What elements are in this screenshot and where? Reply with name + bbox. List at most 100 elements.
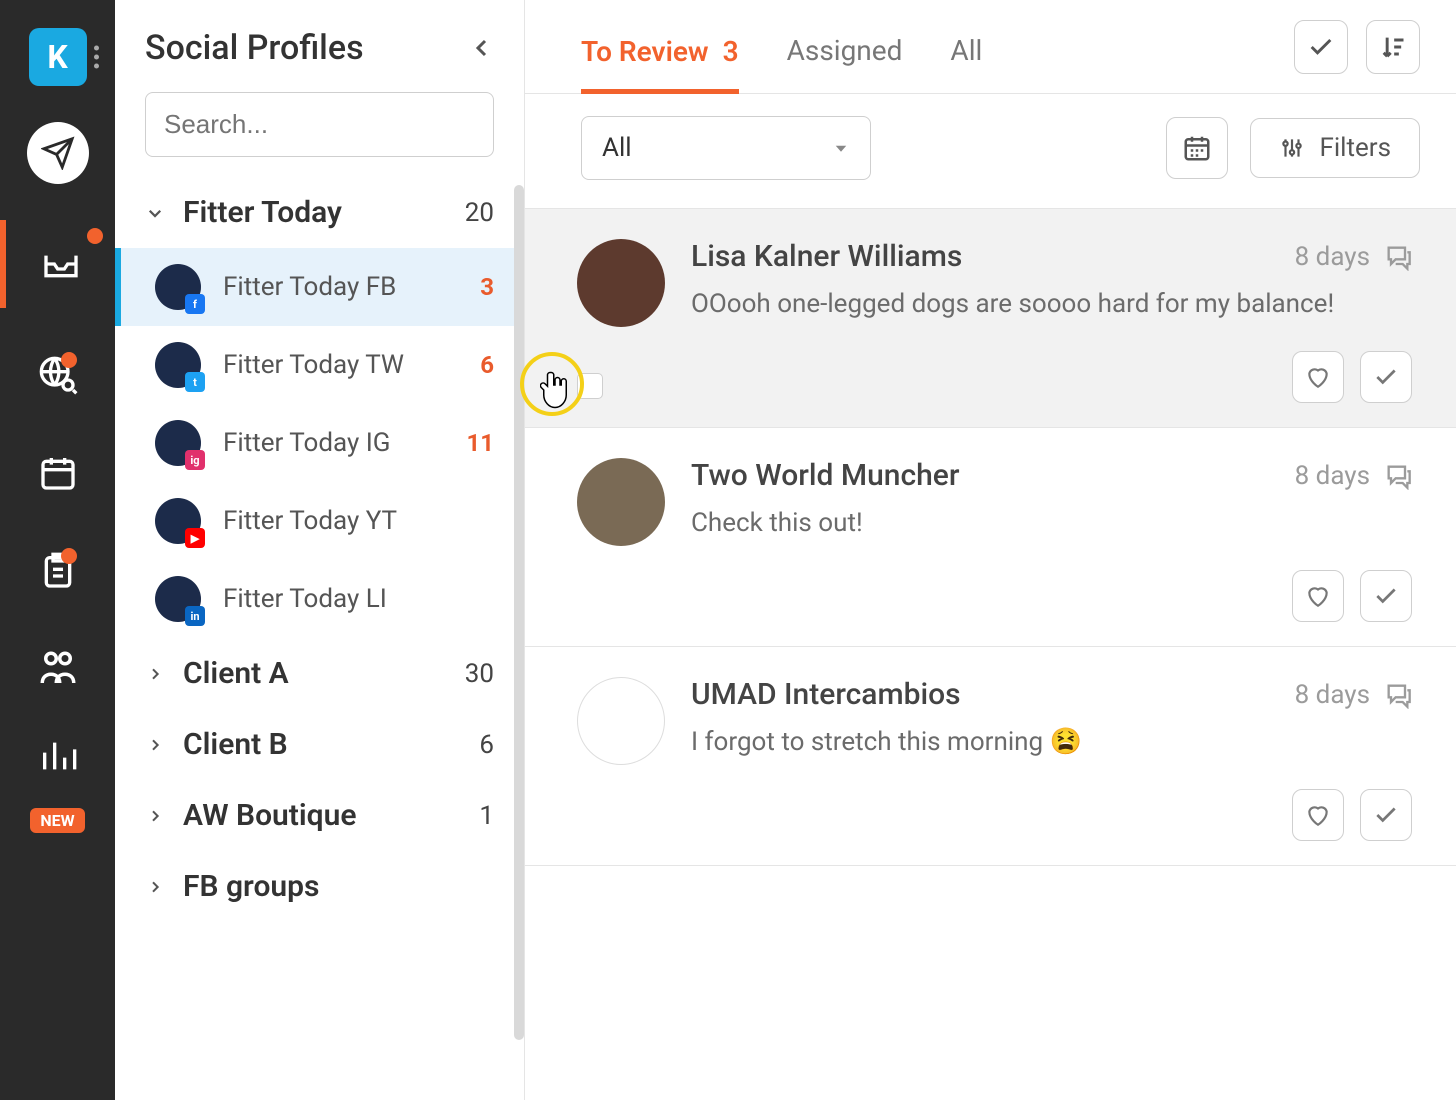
select-checkbox[interactable] <box>577 373 603 399</box>
profile-name: Fitter Today IG <box>223 428 444 458</box>
profile-item[interactable]: ig Fitter Today IG 11 <box>115 404 524 482</box>
calendar-nav[interactable] <box>27 442 89 504</box>
check-icon <box>1373 802 1399 828</box>
check-icon <box>1373 583 1399 609</box>
analytics-nav[interactable] <box>27 736 89 776</box>
profile-avatar: in <box>155 576 201 622</box>
profile-item[interactable]: f Fitter Today FB 3 <box>115 248 524 326</box>
message-card[interactable]: Two World Muncher 8 days Check this out! <box>525 428 1456 647</box>
user-name: Lisa Kalner Williams <box>691 239 962 274</box>
profile-group[interactable]: FB groups <box>115 851 524 922</box>
collapse-sidebar-button[interactable] <box>470 36 494 60</box>
notification-dot <box>87 228 103 244</box>
message-feed: Lisa Kalner Williams 8 days OOooh one-le… <box>525 209 1456 1100</box>
mark-reviewed-button[interactable] <box>1360 570 1412 622</box>
discover-nav[interactable] <box>27 344 89 406</box>
mark-reviewed-button[interactable] <box>1360 789 1412 841</box>
content-pane: To Review 3 Assigned All All <box>524 0 1456 1100</box>
message-age: 8 days <box>1295 242 1370 272</box>
tab-assigned[interactable]: Assigned <box>787 18 903 93</box>
message-text: Check this out! <box>691 505 1412 543</box>
group-name: Client B <box>183 727 461 762</box>
user-name: Two World Muncher <box>691 458 959 493</box>
comments-icon <box>1384 681 1412 709</box>
caret-down-icon <box>832 139 850 157</box>
team-nav[interactable] <box>27 638 89 700</box>
profile-count: 3 <box>480 273 494 301</box>
notification-dot <box>61 352 77 368</box>
profile-name: Fitter Today LI <box>223 584 472 614</box>
compose-button[interactable] <box>27 122 89 184</box>
tab-label: Assigned <box>787 34 903 67</box>
profile-group[interactable]: Client B 6 <box>115 709 524 780</box>
instagram-badge-icon: ig <box>185 450 205 470</box>
like-button[interactable] <box>1292 789 1344 841</box>
profile-name: Fitter Today TW <box>223 350 458 380</box>
message-age: 8 days <box>1295 461 1370 491</box>
mark-reviewed-button[interactable] <box>1360 351 1412 403</box>
mark-all-reviewed-button[interactable] <box>1294 20 1348 74</box>
tab-label: To Review <box>581 35 709 68</box>
type-dropdown[interactable]: All <box>581 116 871 180</box>
paper-plane-icon <box>41 136 75 170</box>
profiles-sidebar: Social Profiles Fitter Today 20 f Fitter… <box>115 0 524 1100</box>
profile-group[interactable]: AW Boutique 1 <box>115 780 524 851</box>
chevron-right-icon <box>147 737 163 753</box>
profile-avatar: t <box>155 342 201 388</box>
user-avatar <box>577 677 665 765</box>
profile-avatar: ▶ <box>155 498 201 544</box>
profile-item[interactable]: t Fitter Today TW 6 <box>115 326 524 404</box>
date-picker-button[interactable] <box>1166 117 1228 179</box>
brand-badge[interactable]: K <box>29 28 87 86</box>
profile-name: Fitter Today YT <box>223 506 472 536</box>
youtube-badge-icon: ▶ <box>185 528 205 548</box>
group-name: AW Boutique <box>183 798 461 833</box>
sliders-icon <box>1279 135 1305 161</box>
sidebar-scrollbar[interactable] <box>514 185 524 1040</box>
profile-avatar: ig <box>155 420 201 466</box>
tab-to-review[interactable]: To Review 3 <box>581 19 739 94</box>
chevron-down-icon <box>146 204 164 222</box>
message-card[interactable]: Lisa Kalner Williams 8 days OOooh one-le… <box>525 209 1456 428</box>
tab-label: All <box>950 34 982 67</box>
group-count: 30 <box>465 659 494 689</box>
check-icon <box>1373 364 1399 390</box>
chevron-right-icon <box>147 666 163 682</box>
group-name: Fitter Today <box>183 195 447 230</box>
profile-group[interactable]: Client A 30 <box>115 638 524 709</box>
search-input[interactable] <box>145 92 494 157</box>
inbox-nav[interactable] <box>0 220 115 308</box>
heart-icon <box>1305 583 1331 609</box>
group-count: 20 <box>465 198 494 228</box>
chevron-left-icon <box>470 36 494 60</box>
tab-all[interactable]: All <box>950 18 982 93</box>
dropdown-value: All <box>602 133 632 163</box>
chevron-right-icon <box>147 808 163 824</box>
profile-group-fitter-today[interactable]: Fitter Today 20 <box>115 177 524 248</box>
calendar-grid-icon <box>1182 133 1212 163</box>
heart-icon <box>1305 364 1331 390</box>
filters-label: Filters <box>1319 133 1391 163</box>
like-button[interactable] <box>1292 351 1344 403</box>
team-icon <box>37 648 79 690</box>
group-name: FB groups <box>183 869 476 904</box>
profile-item[interactable]: ▶ Fitter Today YT <box>115 482 524 560</box>
more-menu-icon[interactable] <box>94 46 99 69</box>
profile-count: 6 <box>480 351 494 379</box>
group-count: 1 <box>479 801 494 831</box>
user-avatar <box>577 239 665 327</box>
tab-count: 3 <box>723 35 739 68</box>
brand-letter: K <box>47 38 67 76</box>
like-button[interactable] <box>1292 570 1344 622</box>
new-badge: NEW <box>30 808 84 833</box>
user-avatar <box>577 458 665 546</box>
left-nav-rail: K NEW <box>0 0 115 1100</box>
comments-icon <box>1384 243 1412 271</box>
sort-button[interactable] <box>1366 20 1420 74</box>
filters-button[interactable]: Filters <box>1250 118 1420 178</box>
message-text: OOooh one-legged dogs are soooo hard for… <box>691 286 1412 324</box>
comments-icon <box>1384 462 1412 490</box>
message-card[interactable]: UMAD Intercambios 8 days I forgot to str… <box>525 647 1456 866</box>
tasks-nav[interactable] <box>27 540 89 602</box>
profile-item[interactable]: in Fitter Today LI <box>115 560 524 638</box>
